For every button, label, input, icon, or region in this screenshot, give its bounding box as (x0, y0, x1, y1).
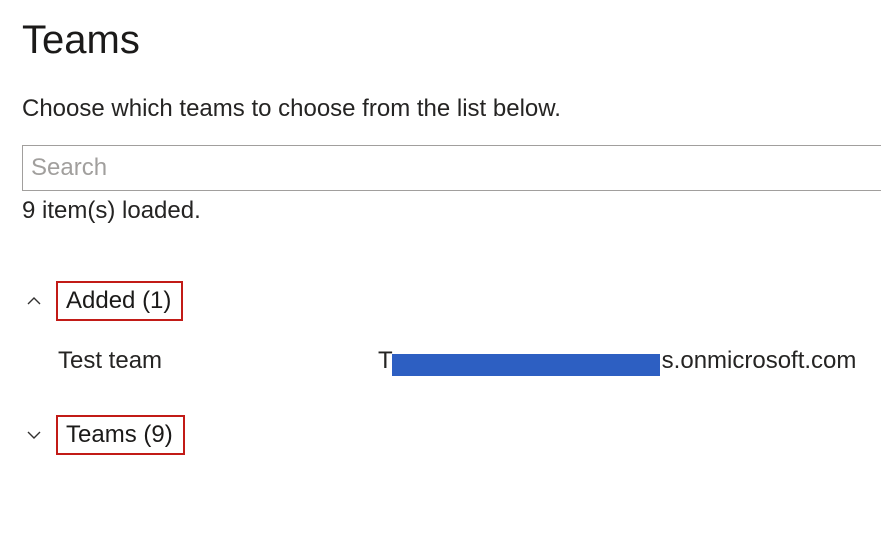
group-teams-header[interactable]: Teams (9) (22, 415, 185, 455)
team-email-suffix: s.onmicrosoft.com (662, 347, 857, 375)
redacted-block (392, 354, 660, 376)
chevron-down-icon (24, 425, 44, 445)
page-title: Teams (22, 18, 861, 63)
group-added-highlight: Added (1) (56, 281, 183, 321)
search-input[interactable] (31, 152, 874, 184)
list-item[interactable]: Test team Ts.onmicrosoft.com (22, 347, 861, 375)
team-email: Ts.onmicrosoft.com (378, 347, 856, 375)
group-added-label: Added (1) (66, 287, 171, 314)
group-teams: Teams (9) (22, 415, 861, 481)
group-added: Added (1) Test team Ts.onmicrosoft.com (22, 281, 861, 375)
group-teams-highlight: Teams (9) (56, 415, 185, 455)
team-name: Test team (58, 347, 378, 375)
search-field-wrap[interactable] (22, 145, 881, 191)
chevron-up-icon (24, 291, 44, 311)
instruction-text: Choose which teams to choose from the li… (22, 95, 861, 123)
team-email-prefix: T (378, 347, 393, 375)
group-added-header[interactable]: Added (1) (22, 281, 183, 321)
group-teams-label: Teams (9) (66, 421, 173, 448)
items-loaded-status: 9 item(s) loaded. (22, 197, 861, 225)
